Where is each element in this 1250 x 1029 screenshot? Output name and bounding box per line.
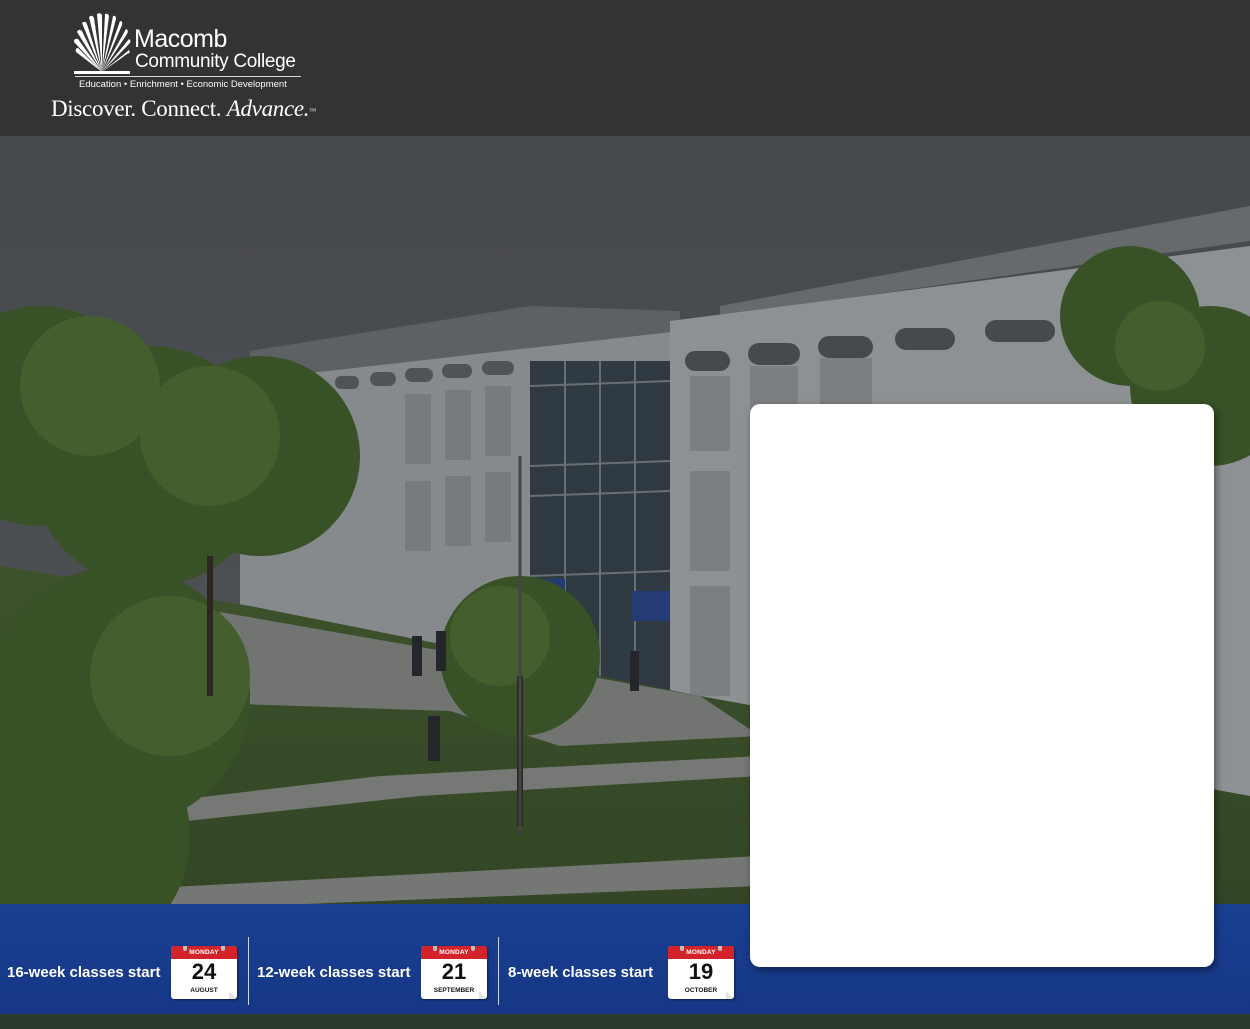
calendar-weekday: MONDAY xyxy=(171,946,237,959)
logo-name: Macomb xyxy=(134,25,227,53)
slogan-trademark: ™ xyxy=(309,107,316,115)
calendar-day: 19 xyxy=(688,959,714,984)
calendar-icon: MONDAY 21 SEPTEMBER xyxy=(421,946,487,999)
calendar-page-curl xyxy=(479,991,487,999)
class-start-label: 16-week classes start xyxy=(7,964,161,981)
calendar-page-curl xyxy=(229,991,237,999)
calendar-ring xyxy=(718,946,722,951)
logo-tagline: Education • Enrichment • Economic Develo… xyxy=(79,79,287,90)
calendar-ring xyxy=(680,946,684,951)
calendar-month: OCTOBER xyxy=(684,987,718,994)
content-panel xyxy=(750,404,1214,967)
calendar-day: 21 xyxy=(441,959,467,984)
logo-divider xyxy=(75,76,301,77)
slogan-part2: Advance. xyxy=(226,96,310,121)
calendar-ring xyxy=(221,946,225,951)
calendar-icon: MONDAY 24 AUGUST xyxy=(171,946,237,999)
class-start-label: 8-week classes start xyxy=(508,964,654,981)
calendar-day: 24 xyxy=(191,959,217,984)
logo-subtitle: Community College xyxy=(135,51,296,72)
sunburst-logo-icon xyxy=(74,13,131,74)
slogan: Discover. Connect. Advance.™ xyxy=(51,95,316,123)
calendar-weekday: MONDAY xyxy=(421,946,487,959)
calendar-month: SEPTEMBER xyxy=(433,987,475,994)
calendar-weekday: MONDAY xyxy=(668,946,734,959)
calendar-icon: MONDAY 19 OCTOBER xyxy=(668,946,734,999)
slogan-part1: Discover. Connect. xyxy=(51,96,222,121)
calendar-ring xyxy=(471,946,475,951)
banner-divider xyxy=(498,937,499,1005)
class-start-label: 12-week classes start xyxy=(257,964,411,981)
calendar-ring xyxy=(433,946,437,951)
banner-divider xyxy=(248,937,249,1005)
banner-bottom-photo-strip xyxy=(0,1014,1250,1029)
calendar-month: AUGUST xyxy=(190,987,218,994)
site-header: Macomb Community College Education • Enr… xyxy=(0,0,1250,136)
calendar-ring xyxy=(183,946,187,951)
calendar-page-curl xyxy=(726,991,734,999)
